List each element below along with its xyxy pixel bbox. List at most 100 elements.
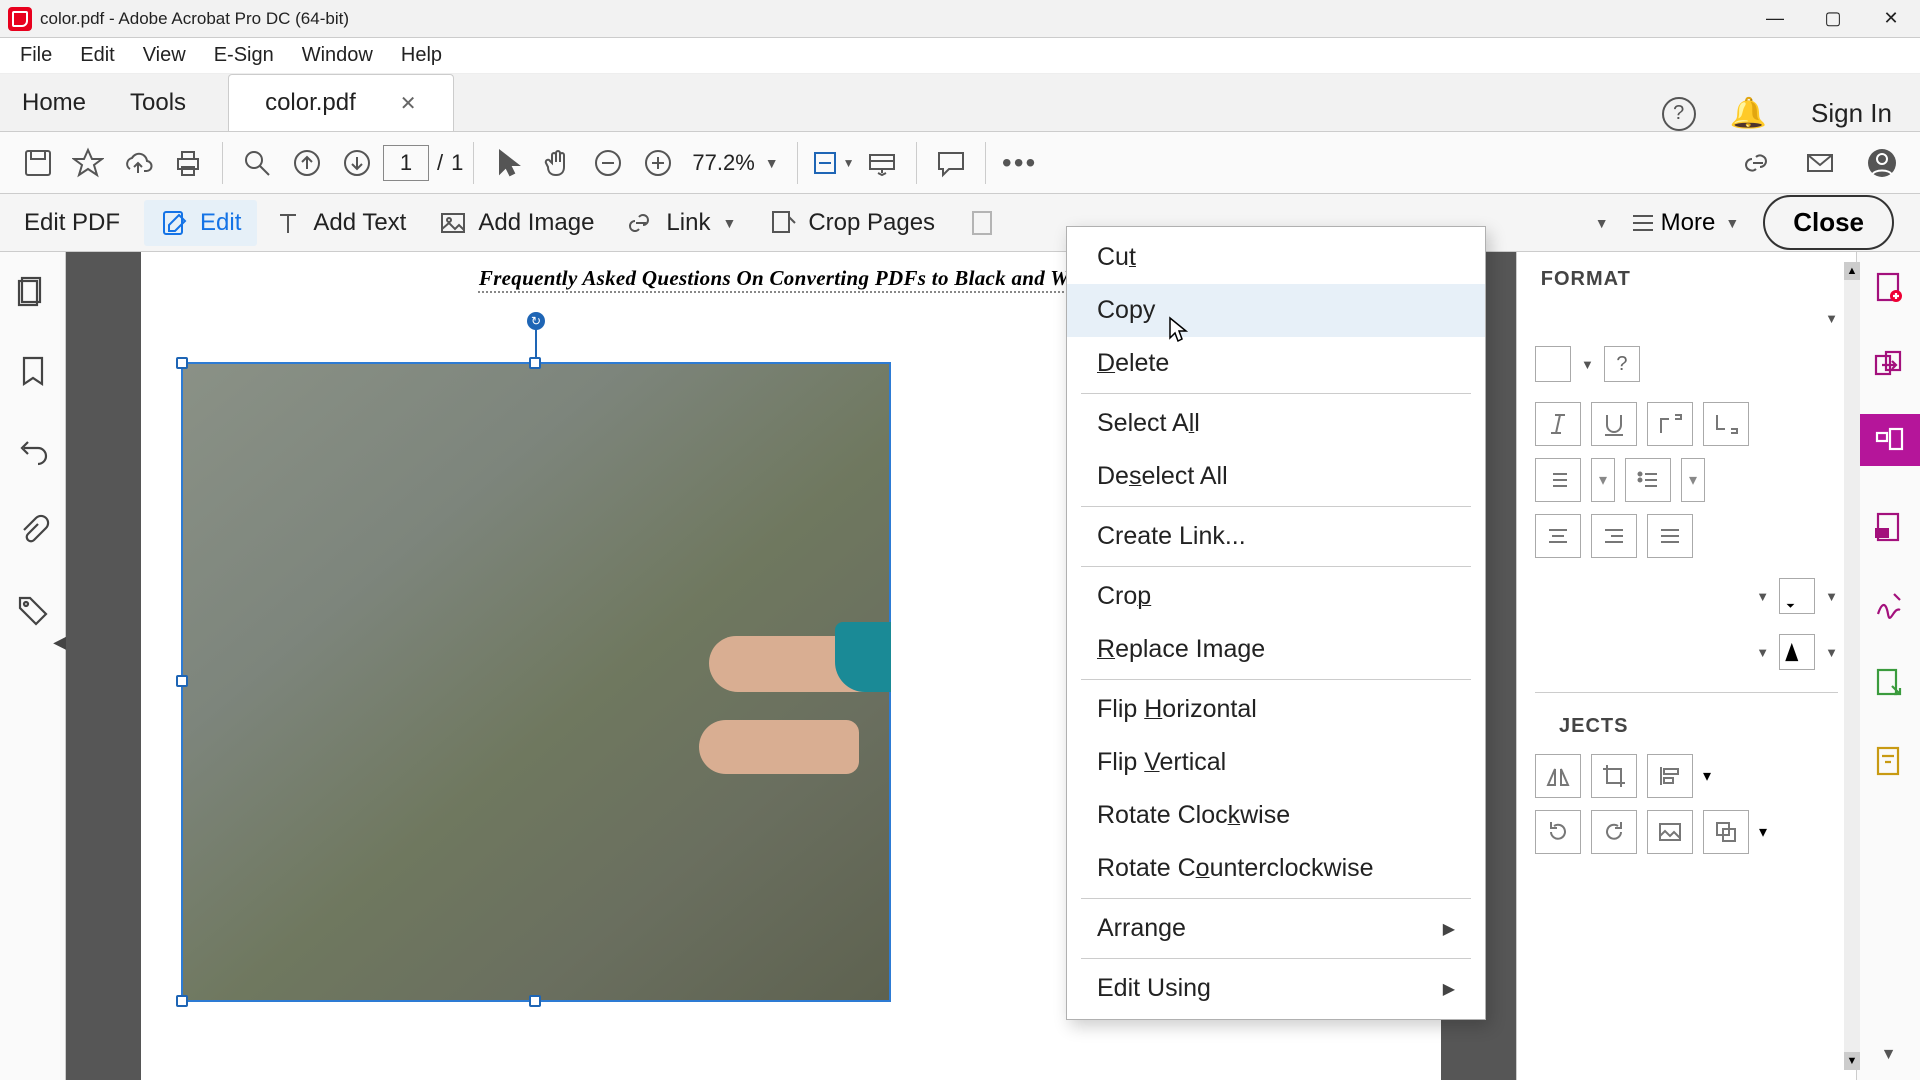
chevron-down-icon[interactable]: ▼ (1595, 215, 1609, 231)
prev-page-icon[interactable] (283, 144, 331, 182)
fit-width-icon[interactable]: ▼ (808, 144, 856, 182)
align-center-icon[interactable] (1535, 514, 1581, 558)
help-icon[interactable]: ? (1662, 97, 1696, 131)
ctx-flip-horizontal[interactable]: Flip Horizontal (1067, 683, 1485, 736)
align-right-icon[interactable] (1591, 514, 1637, 558)
tags-icon[interactable] (16, 594, 50, 628)
current-page-input[interactable]: 1 (383, 145, 429, 181)
list-number-icon[interactable] (1625, 458, 1671, 502)
font-size-input[interactable] (1535, 346, 1571, 382)
organize-icon[interactable] (1872, 666, 1906, 700)
profile-icon[interactable] (1858, 144, 1906, 182)
add-image-button[interactable]: Add Image (422, 200, 610, 246)
menu-window[interactable]: Window (288, 38, 387, 73)
ctx-arrange[interactable]: Arrange▶ (1067, 902, 1485, 955)
search-icon[interactable] (233, 144, 281, 182)
ctx-copy[interactable]: Copy (1067, 284, 1485, 337)
rotate-handle[interactable]: ↻ (527, 312, 545, 330)
chevron-down-icon[interactable]: ▾ (1681, 458, 1705, 502)
underline-icon[interactable] (1591, 402, 1637, 446)
sign-icon[interactable] (1872, 588, 1906, 622)
line-spacing-icon[interactable] (1779, 578, 1815, 614)
save-icon[interactable] (14, 144, 62, 182)
hand-tool-icon[interactable] (534, 144, 582, 182)
minimize-button[interactable]: — (1746, 0, 1804, 38)
email-icon[interactable] (1796, 144, 1844, 182)
replace-image-icon[interactable] (1647, 810, 1693, 854)
arrange-icon[interactable] (1703, 810, 1749, 854)
menu-view[interactable]: View (129, 38, 200, 73)
crop-pages-button[interactable]: Crop Pages (752, 200, 951, 246)
more-tools-icon[interactable]: ••• (996, 144, 1044, 182)
rotate-ccw-icon[interactable] (1535, 810, 1581, 854)
help-format-icon[interactable]: ? (1604, 346, 1640, 382)
ctx-select-all[interactable]: Select All (1067, 397, 1485, 450)
ctx-rotate-cw[interactable]: Rotate Clockwise (1067, 789, 1485, 842)
maximize-button[interactable]: ▢ (1804, 0, 1862, 38)
scrollbar[interactable]: ▲▼ (1844, 262, 1860, 1070)
ctx-flip-vertical[interactable]: Flip Vertical (1067, 736, 1485, 789)
read-mode-icon[interactable] (858, 144, 906, 182)
ctx-cut[interactable]: Cut (1067, 231, 1485, 284)
subscript-icon[interactable] (1703, 402, 1749, 446)
comment-icon[interactable] (927, 144, 975, 182)
ctx-replace-image[interactable]: Replace Image (1067, 623, 1485, 676)
star-icon[interactable] (64, 144, 112, 182)
menu-help[interactable]: Help (387, 38, 456, 73)
cloud-upload-icon[interactable] (114, 144, 162, 182)
resize-handle[interactable] (529, 357, 541, 369)
export-pdf-icon[interactable] (1872, 510, 1906, 544)
tab-home[interactable]: Home (0, 75, 108, 131)
menu-esign[interactable]: E-Sign (200, 38, 288, 73)
menu-file[interactable]: File (6, 38, 66, 73)
compress-icon[interactable] (1872, 744, 1906, 778)
bookmarks-icon[interactable] (16, 354, 50, 388)
superscript-icon[interactable] (1647, 402, 1693, 446)
notifications-icon[interactable]: 🔔 (1730, 96, 1767, 131)
zoom-dropdown[interactable]: 77.2%▼ (692, 150, 778, 176)
add-text-button[interactable]: Add Text (257, 200, 422, 246)
close-window-button[interactable]: ✕ (1862, 0, 1920, 38)
chevron-down-icon[interactable]: ▾ (1591, 458, 1615, 502)
edit-pdf-rail-icon[interactable] (1857, 414, 1920, 466)
expand-rail-icon[interactable]: ▼ (1881, 1046, 1897, 1064)
resize-handle[interactable] (529, 995, 541, 1007)
flip-h-icon[interactable] (1535, 754, 1581, 798)
attachments-icon[interactable] (16, 514, 50, 548)
ctx-rotate-ccw[interactable]: Rotate Counterclockwise (1067, 842, 1485, 895)
list-bullet-icon[interactable] (1535, 458, 1581, 502)
zoom-out-icon[interactable] (584, 144, 632, 182)
thumbnails-icon[interactable] (16, 274, 50, 308)
crop-object-icon[interactable] (1591, 754, 1637, 798)
resize-handle[interactable] (176, 995, 188, 1007)
select-tool-icon[interactable] (484, 144, 532, 182)
close-button[interactable]: Close (1763, 195, 1894, 250)
combine-files-icon[interactable] (1872, 348, 1906, 382)
tab-file[interactable]: color.pdf ✕ (228, 74, 454, 131)
char-spacing-icon[interactable] (1779, 634, 1815, 670)
create-pdf-icon[interactable] (1872, 270, 1906, 304)
collapse-left-icon[interactable]: ◀ (53, 632, 67, 653)
menu-edit[interactable]: Edit (66, 38, 128, 73)
more-button[interactable]: More ▼ (1633, 209, 1740, 237)
link-button[interactable]: Link ▼ (610, 200, 752, 246)
ctx-crop[interactable]: Crop (1067, 570, 1485, 623)
ctx-delete[interactable]: Delete (1067, 337, 1485, 390)
ctx-edit-using[interactable]: Edit Using▶ (1067, 962, 1485, 1015)
align-objects-icon[interactable] (1647, 754, 1693, 798)
align-justify-icon[interactable] (1647, 514, 1693, 558)
zoom-in-icon[interactable] (634, 144, 682, 182)
ctx-deselect-all[interactable]: Deselect All (1067, 450, 1485, 503)
next-page-icon[interactable] (333, 144, 381, 182)
print-icon[interactable] (164, 144, 212, 182)
undo-icon[interactable] (16, 434, 50, 468)
ctx-create-link[interactable]: Create Link... (1067, 510, 1485, 563)
edit-button[interactable]: Edit (144, 200, 257, 246)
tab-close-icon[interactable]: ✕ (400, 91, 417, 116)
italic-icon[interactable] (1535, 402, 1581, 446)
selected-image[interactable]: ↻ (181, 362, 891, 1002)
resize-handle[interactable] (176, 357, 188, 369)
sign-in-button[interactable]: Sign In (1811, 98, 1892, 129)
tab-tools[interactable]: Tools (108, 75, 208, 131)
share-link-icon[interactable] (1734, 144, 1782, 182)
